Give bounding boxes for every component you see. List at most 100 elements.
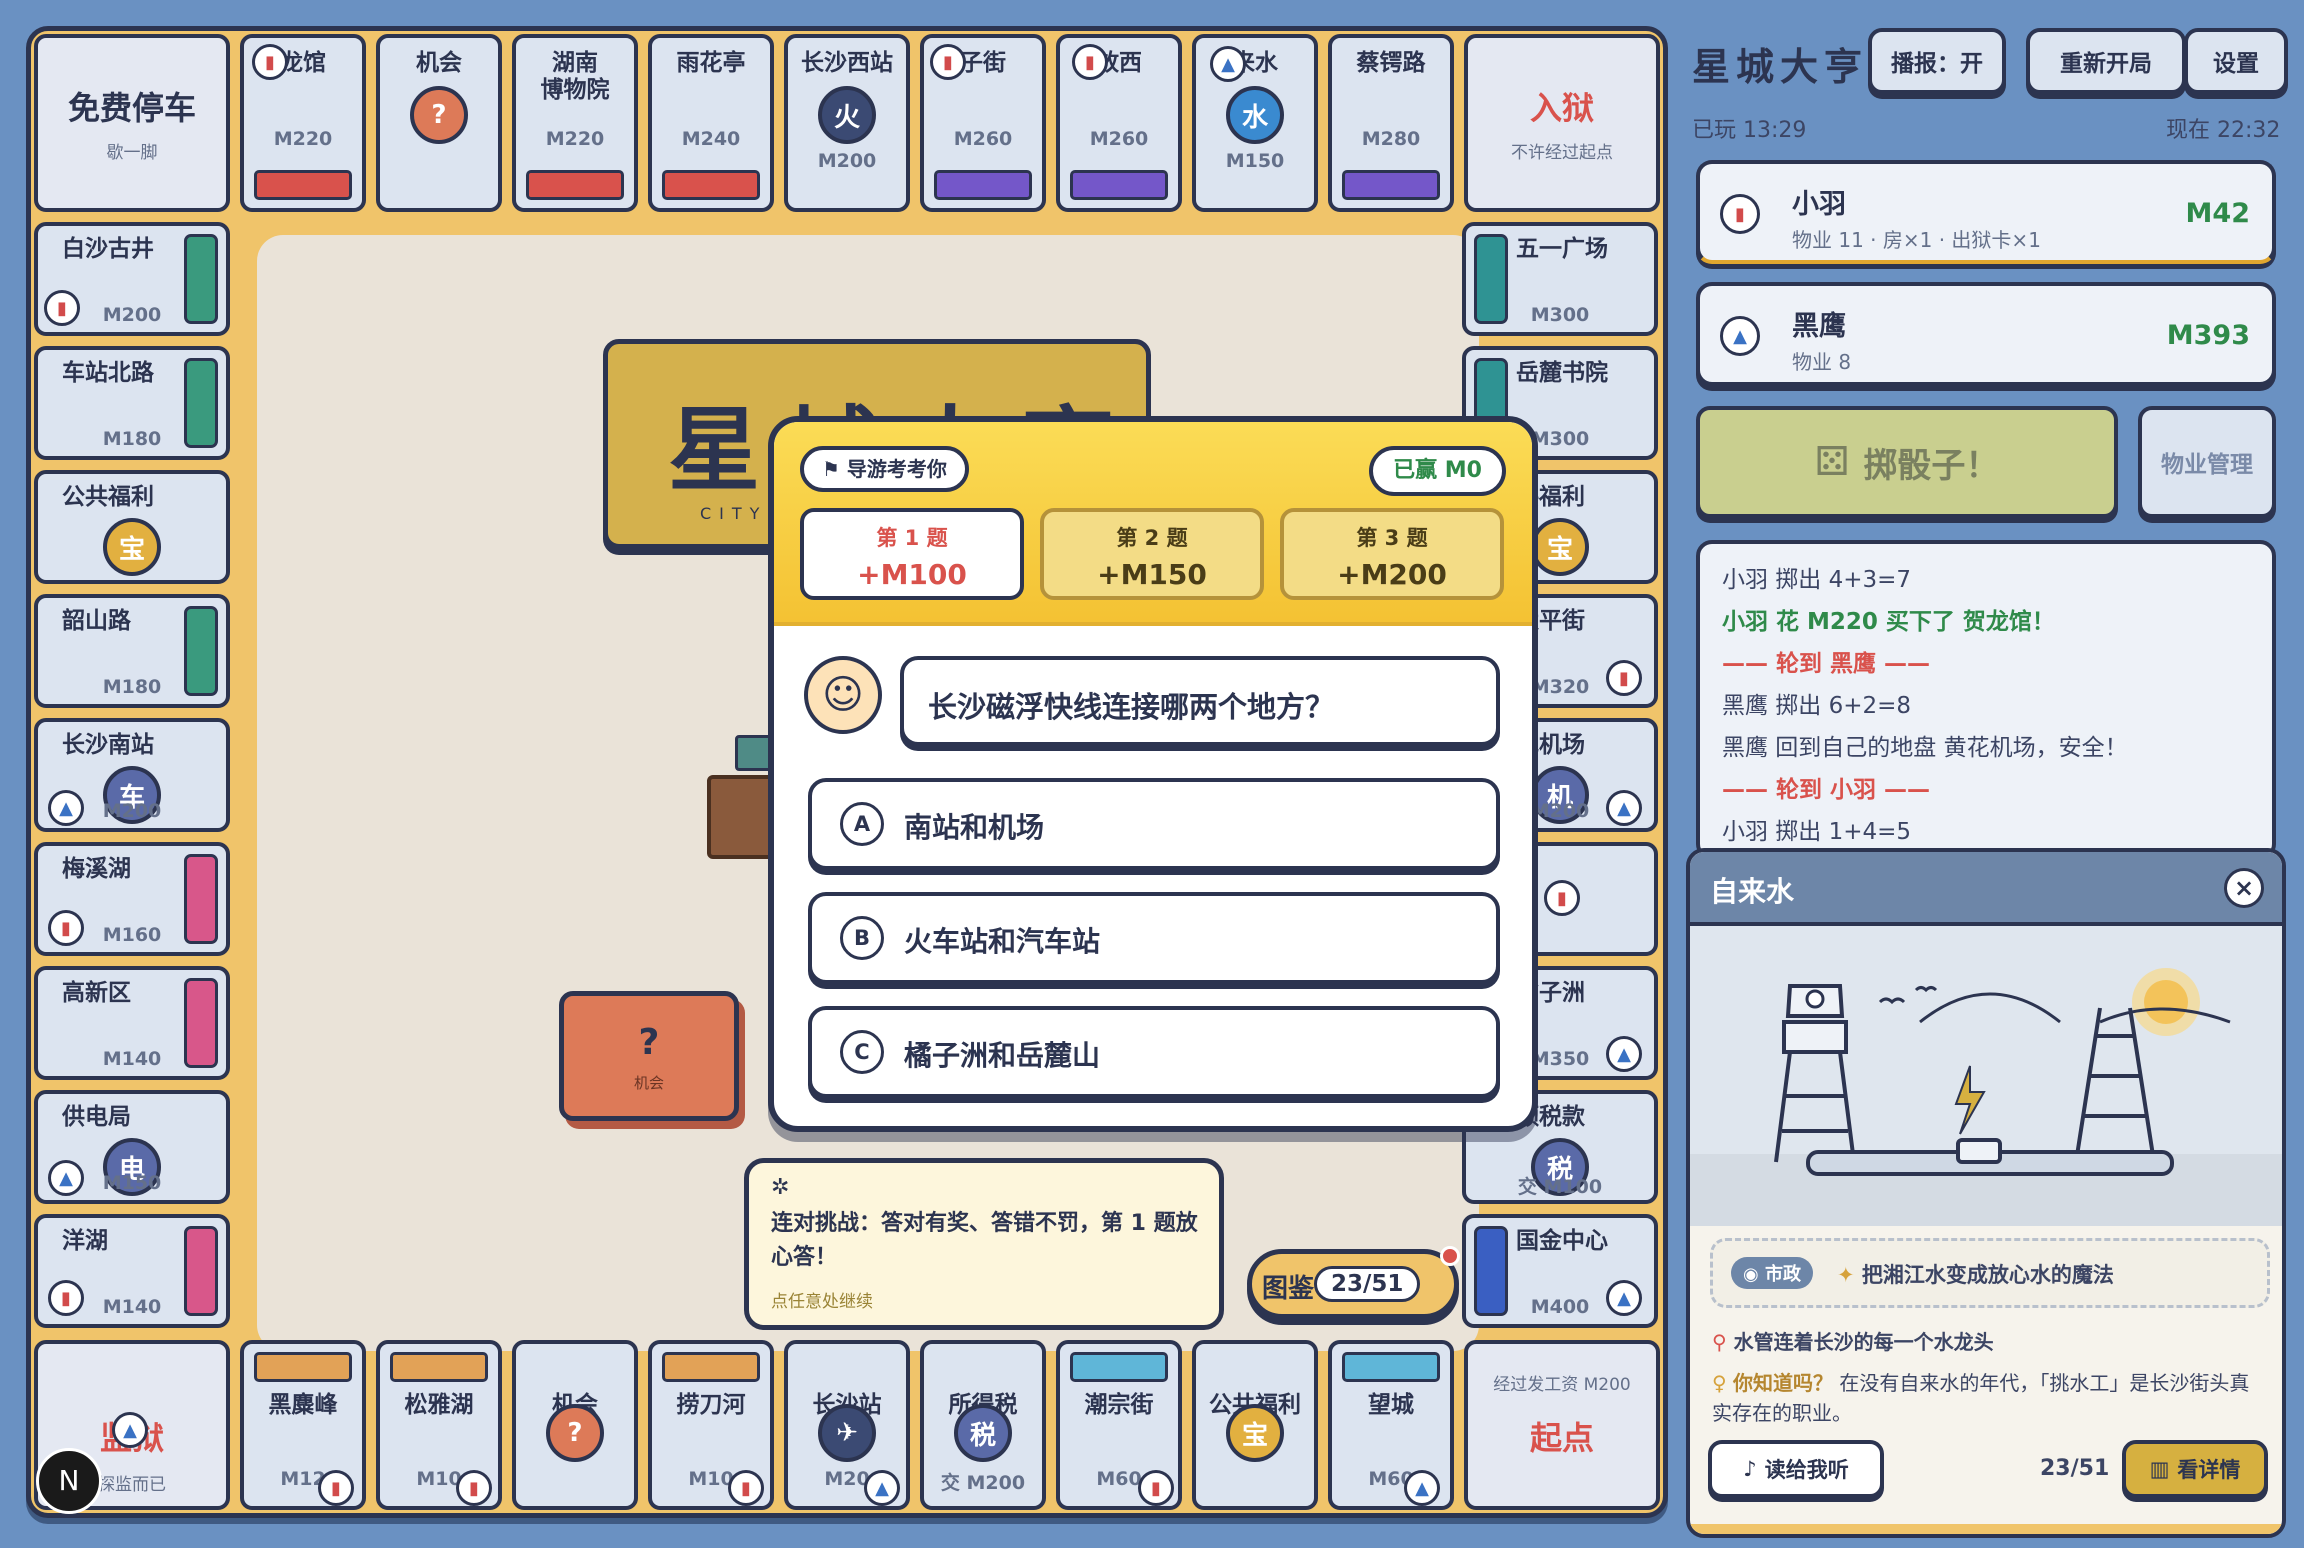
cell-name: 五一广场 [1516, 236, 1608, 262]
cell-name: 公共福利 [62, 484, 154, 510]
log-line: 小羽 掷出 4+3=7 [1722, 567, 1912, 593]
read-aloud-button[interactable]: ♪ 读给我听 [1708, 1440, 1884, 1498]
cell-price: M240 [681, 128, 741, 150]
player-name: 小羽 [1792, 189, 1846, 220]
info-tag-row: ◉ 市政 ✦ 把湘江水变成放心水的魔法 [1710, 1238, 2270, 1308]
quiz-tab-label: 第 1 题 [876, 526, 948, 550]
board-cell[interactable]: 机会? [376, 34, 502, 212]
car-token-icon: ▲ [1404, 1470, 1440, 1506]
property-management-button[interactable]: 物业管理 [2138, 406, 2276, 518]
cell-icon: 宝 [103, 518, 161, 576]
option-b[interactable]: B 火车站和汽车站 [808, 892, 1500, 984]
cell-name: 雨花亭 [676, 50, 746, 76]
color-band [662, 170, 760, 200]
settings-button[interactable]: 设置 [2184, 28, 2288, 94]
question-bubble: 长沙磁浮快线连接哪两个地方？ [900, 656, 1500, 746]
option-c[interactable]: C 橘子洲和岳麓山 [808, 1006, 1500, 1098]
water-tower-illustration [1690, 926, 2282, 1226]
board-cell[interactable]: 湖南 博物院 M220 [512, 34, 638, 212]
tram-token-icon: ▮ [930, 44, 966, 80]
board-cell[interactable]: 免费停车 歇一脚 [34, 34, 230, 212]
board-cell[interactable]: 长沙西站火 M200 [784, 34, 910, 212]
roll-dice-label: 掷骰子！ [1863, 445, 2000, 486]
cell-icon: 水 [1226, 86, 1284, 144]
car-token-icon: ▲ [864, 1470, 900, 1506]
cell-price: M300 [1530, 304, 1590, 326]
board-cell[interactable]: 车站北路 M180 [34, 346, 230, 460]
board-cell[interactable]: 高新区 M140 [34, 966, 230, 1080]
restart-button[interactable]: 重新开局 [2026, 28, 2186, 94]
view-details-label: 看详情 [2177, 1458, 2241, 1482]
player-name: 黑鹰 [1792, 311, 1846, 342]
color-band [1342, 1352, 1440, 1382]
view-details-button[interactable]: ▥ 看详情 [2122, 1440, 2268, 1498]
board-cell[interactable]: 蔡锷路 M280 [1328, 34, 1454, 212]
cell-subtitle: 经过发工资 M200 [1493, 1375, 1631, 1395]
quiz-tab-3[interactable]: 第 3 题 +M200 [1280, 508, 1504, 600]
speaker-icon: ♪ [1743, 1457, 1757, 1481]
cell-name: 国金中心 [1516, 1228, 1608, 1254]
option-text: 火车站和汽车站 [904, 925, 1101, 958]
sun-icon [2144, 980, 2188, 1024]
cell-subtitle: 不许经过起点 [1511, 143, 1613, 163]
board-cell[interactable]: 五一广场 M300 [1462, 222, 1658, 336]
player-card-xiaoyu[interactable]: ▮ 小羽 物业 11 · 房×1 · 出狱卡×1 M42 [1696, 160, 2276, 264]
option-text: 南站和机场 [904, 811, 1045, 844]
cell-price: M180 [102, 676, 162, 698]
roll-dice-button[interactable]: ⚄ 掷骰子！ [1696, 406, 2118, 518]
car-token-icon: ▲ [1606, 790, 1642, 826]
bulb-icon: ♀ [1712, 1371, 1734, 1395]
cell-price: M200 [817, 150, 877, 172]
quiz-modal: ⚑ 导游考考你 已赢 M0 第 1 题 +M100 第 2 题 +M150 第 … [768, 416, 1538, 1132]
quiz-header: ⚑ 导游考考你 已赢 M0 第 1 题 +M100 第 2 题 +M150 第 … [774, 422, 1532, 626]
board-cell[interactable]: 起点 经过发工资 M200 [1464, 1340, 1660, 1510]
board-cell[interactable]: 入狱 不许经过起点 [1464, 34, 1660, 212]
tram-token-icon: ▮ [318, 1470, 354, 1506]
board-cell[interactable]: 机会? [512, 1340, 638, 1510]
quiz-tab-2[interactable]: 第 2 题 +M150 [1040, 508, 1264, 600]
board-cell[interactable]: 公共福利宝 [34, 470, 230, 584]
cell-icon: ? [410, 86, 468, 144]
quiz-tab-reward: +M100 [857, 558, 967, 591]
fact-text: 水管连着长沙的每一个水龙头 [1733, 1330, 1994, 1354]
board-cell[interactable]: 所得税税交 M200 [920, 1340, 1046, 1510]
cell-name: 长沙西站 [801, 50, 893, 76]
close-icon[interactable]: × [2224, 868, 2264, 908]
log-line: 小羽 掷出 1+4=5 [1722, 819, 1912, 845]
fact-row: ⚲ 水管连着长沙的每一个水龙头 [1712, 1326, 1994, 1355]
cell-name: 湖南 博物院 [540, 50, 610, 103]
color-band [390, 1352, 488, 1382]
did-you-know: ♀ 你知道吗？ 在没有自来水的年代，「挑水工」是长沙街头真实存在的职业。 [1712, 1368, 2268, 1428]
guide-badge-label: 导游考考你 [846, 457, 947, 481]
pin-icon: ⚲ [1712, 1330, 1734, 1354]
player-money: M393 [2166, 320, 2250, 351]
option-key: A [840, 802, 884, 846]
option-a[interactable]: A 南站和机场 [808, 778, 1500, 870]
tower-tank [1782, 1020, 1848, 1054]
broadcast-toggle[interactable]: 播报：开 [1868, 28, 2006, 94]
board-cell[interactable]: 韶山路 M180 [34, 594, 230, 708]
color-band [1342, 170, 1440, 200]
board-cell[interactable]: 雨花亭 M240 [648, 34, 774, 212]
option-text: 橘子洲和岳麓山 [904, 1039, 1101, 1072]
quiz-tab-1[interactable]: 第 1 题 +M100 [800, 508, 1024, 600]
car-token-icon: ▲ [1606, 1280, 1642, 1316]
app-title: 星城大亨 [1692, 45, 1869, 89]
chance-deck[interactable]: ? 机会 [559, 991, 739, 1121]
tip-bubble[interactable]: ✲ 连对挑战：答对有奖、答错不罚，第 1 题放心答！ 点任意处继续 [744, 1158, 1224, 1330]
color-band [662, 1352, 760, 1382]
corner-logo[interactable]: N [36, 1448, 102, 1514]
car-token-icon: ▲ [48, 1160, 84, 1196]
player-card-heiying[interactable]: ▲ 黑鹰 物业 8 M393 [1696, 282, 2276, 386]
board-cell[interactable]: 公共福利宝 [1192, 1340, 1318, 1510]
atlas-button[interactable]: 图鉴 23/51 [1247, 1246, 1460, 1319]
cell-icon: 宝 [1226, 1404, 1284, 1462]
cell-name: 供电局 [62, 1104, 131, 1130]
cell-icon: 税 [954, 1404, 1012, 1462]
cell-name: 潮宗街 [1084, 1392, 1154, 1418]
quiz-tab-reward: +M200 [1337, 558, 1447, 591]
book-icon: ▥ [2149, 1457, 2170, 1481]
event-log[interactable]: 小羽 掷出 4+3=7 小羽 花 M220 买下了 贺龙馆！ —— 轮到 黑鹰 ——… [1696, 540, 2276, 860]
cell-name: 松雅湖 [404, 1392, 474, 1418]
won-badge: 已赢 M0 [1369, 446, 1506, 496]
